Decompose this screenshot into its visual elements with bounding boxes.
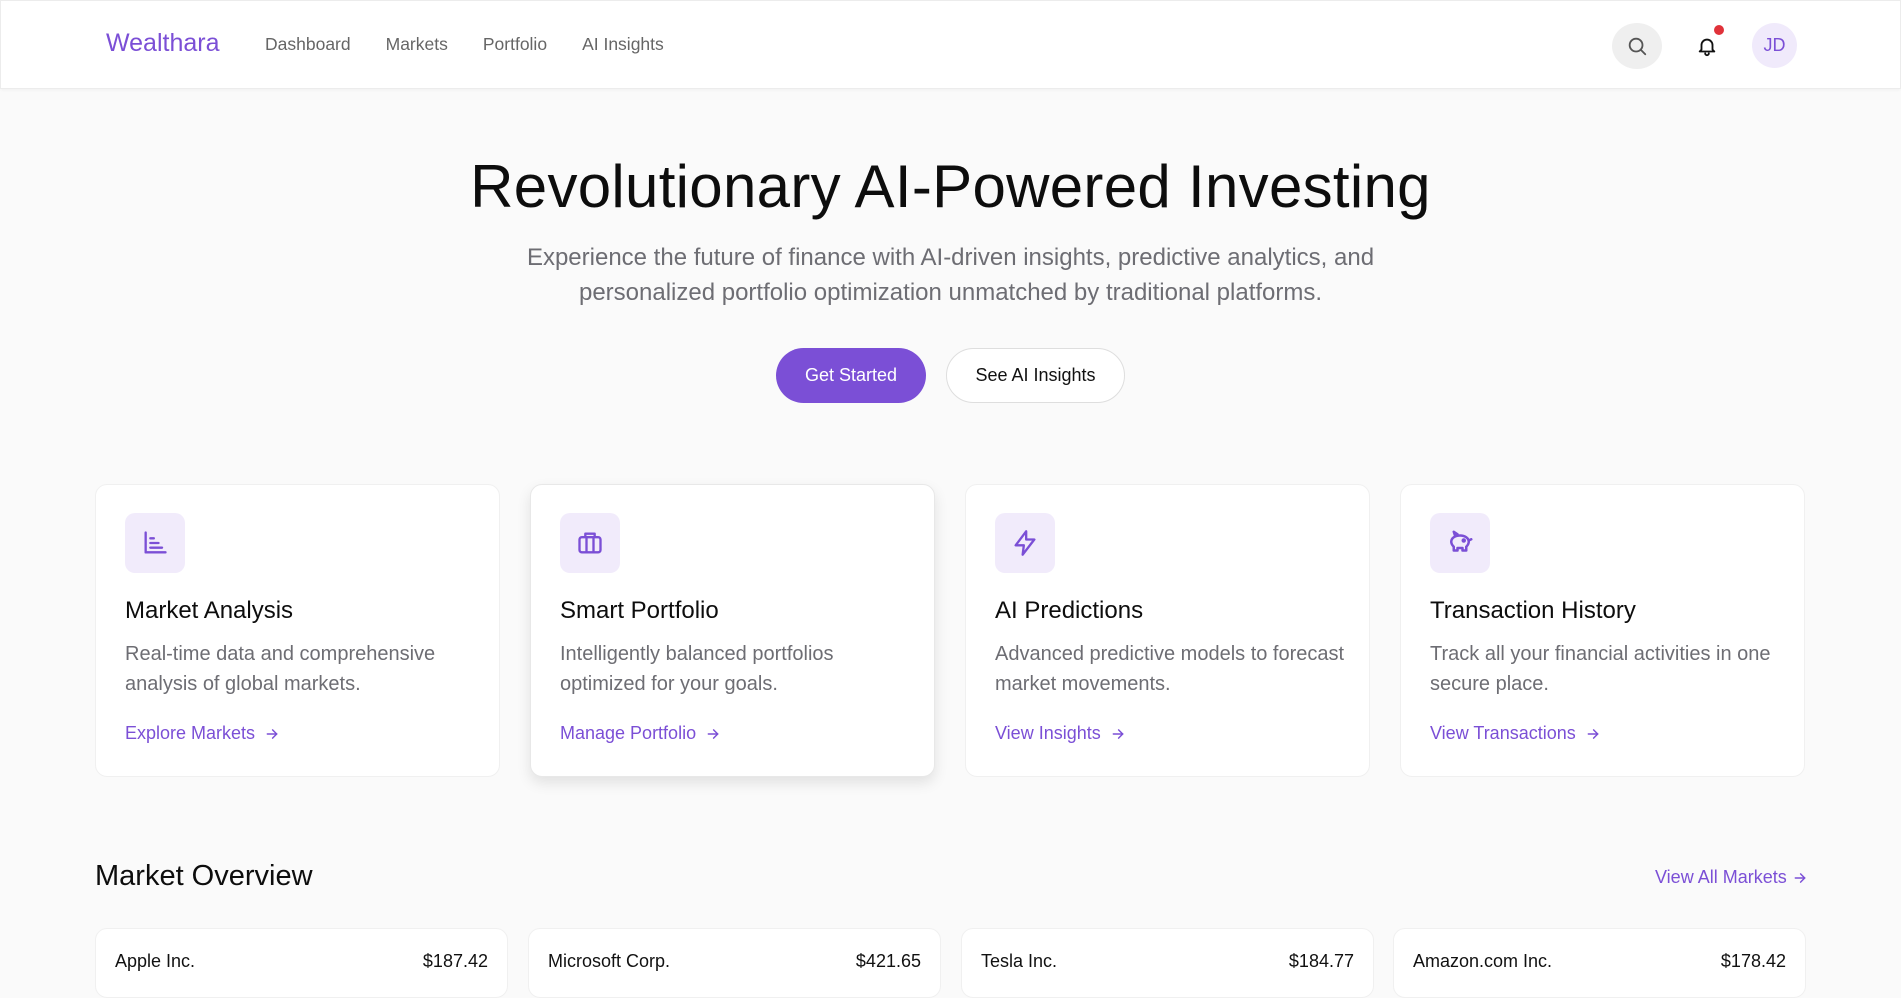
notification-badge [1714, 25, 1724, 35]
feature-card-ai-predictions: AI Predictions Advanced predictive model… [965, 484, 1370, 777]
feature-title: Smart Portfolio [560, 597, 719, 624]
feature-description: Advanced predictive models to forecast m… [995, 643, 1345, 695]
feature-title: Market Analysis [125, 597, 294, 624]
main-nav: Dashboard Markets Portfolio AI Insights [265, 34, 664, 55]
nav-item-dashboard[interactable]: Dashboard [265, 34, 351, 55]
link-label: Manage Portfolio [560, 723, 697, 743]
feature-card-transaction-history: Transaction History Track all your finan… [1400, 484, 1805, 777]
ticker-card[interactable]: Tesla Inc. $184.77 [961, 928, 1374, 998]
ticker-price: $178.42 [1720, 951, 1786, 971]
arrow-right-icon [1587, 728, 1599, 739]
nav-item-ai-insights[interactable]: AI Insights [582, 34, 664, 55]
ticker-price: $187.42 [422, 951, 488, 971]
bar-chart-icon [125, 513, 185, 573]
nav-item-portfolio[interactable]: Portfolio [483, 34, 547, 55]
link-label: Explore Markets [125, 723, 256, 743]
piggy-bank-icon [1430, 513, 1490, 573]
link-label: View Transactions [1430, 723, 1576, 743]
brand-logo[interactable]: Wealthara [106, 29, 220, 58]
feature-title: Transaction History [1430, 597, 1636, 624]
arrow-right-icon [1794, 872, 1806, 883]
feature-description: Real-time data and comprehensive analysi… [125, 643, 436, 695]
nav-item-markets[interactable]: Markets [386, 34, 448, 55]
hero-title: Revolutionary AI-Powered Investing [470, 153, 1431, 220]
explore-markets-link[interactable]: Explore Markets [125, 723, 279, 744]
ticker-card[interactable]: Microsoft Corp. $421.65 [528, 928, 941, 998]
arrow-right-icon [1112, 728, 1124, 739]
bell-icon [1698, 38, 1716, 57]
notifications-button[interactable] [1689, 23, 1725, 69]
manage-portfolio-link[interactable]: Manage Portfolio [560, 723, 720, 744]
search-button[interactable] [1612, 23, 1662, 69]
top-navigation-bar: Wealthara Dashboard Markets Portfolio AI… [0, 0, 1901, 89]
feature-title: AI Predictions [995, 597, 1144, 624]
ticker-card[interactable]: Apple Inc. $187.42 [95, 928, 508, 998]
ticker-price: $421.65 [855, 951, 921, 971]
ticker-name: Apple Inc. [115, 951, 196, 971]
link-label: View Insights [995, 723, 1101, 743]
feature-description: Track all your financial activities in o… [1430, 643, 1771, 695]
lightning-icon [995, 513, 1055, 573]
ticker-name: Tesla Inc. [981, 951, 1058, 971]
feature-card-market-analysis: Market Analysis Real-time data and compr… [95, 484, 500, 777]
see-ai-insights-button[interactable]: See AI Insights [946, 348, 1125, 403]
get-started-button[interactable]: Get Started [776, 348, 926, 403]
view-insights-link[interactable]: View Insights [995, 723, 1125, 744]
view-all-markets-link[interactable]: View All Markets [1655, 867, 1807, 888]
feature-card-smart-portfolio: Smart Portfolio Intelligently balanced p… [530, 484, 935, 777]
view-transactions-link[interactable]: View Transactions [1430, 723, 1600, 744]
ticker-name: Microsoft Corp. [548, 951, 671, 971]
search-icon [1628, 37, 1647, 56]
ticker-card[interactable]: Amazon.com Inc. $178.42 [1393, 928, 1806, 998]
arrow-right-icon [266, 728, 278, 739]
briefcase-icon [560, 513, 620, 573]
hero-subtitle: Experience the future of finance with AI… [526, 244, 1375, 306]
ticker-name: Amazon.com Inc. [1413, 951, 1553, 971]
link-label: View All Markets [1655, 867, 1787, 887]
user-avatar[interactable]: JD [1752, 23, 1797, 68]
ticker-price: $184.77 [1288, 951, 1354, 971]
arrow-right-icon [707, 728, 719, 739]
feature-description: Intelligently balanced portfolios optimi… [560, 643, 834, 695]
market-overview-title: Market Overview [95, 860, 313, 892]
